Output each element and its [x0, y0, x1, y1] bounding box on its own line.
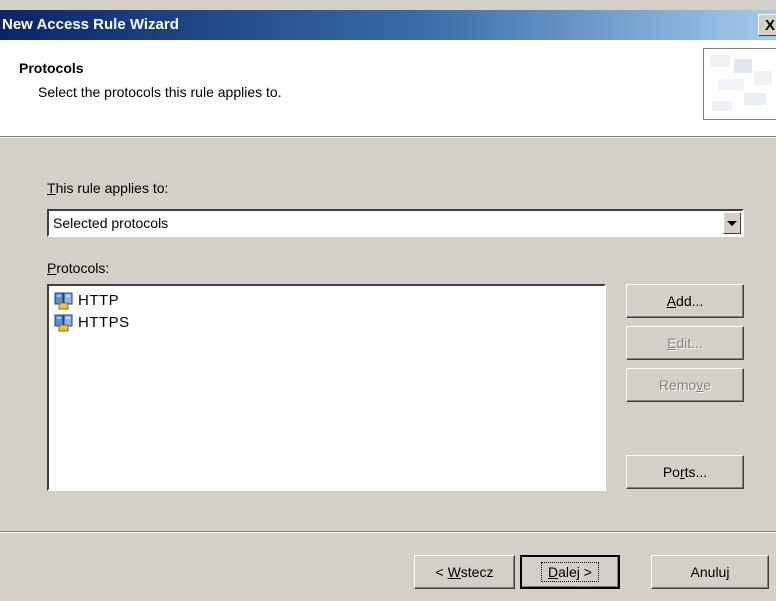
remove-button[interactable]: Remove — [626, 368, 744, 402]
protocols-label: Protocols: — [47, 260, 110, 276]
protocols-list[interactable]: HTTP HTTPS — [47, 284, 606, 491]
page-title: Protocols — [19, 60, 84, 76]
dropdown-arrow-button[interactable] — [723, 212, 741, 234]
chevron-down-icon — [727, 220, 737, 226]
cancel-button[interactable]: Anuluj — [651, 555, 769, 589]
close-icon: X — [764, 16, 775, 34]
header-divider — [0, 137, 776, 138]
applies-to-dropdown[interactable]: Selected protocols — [47, 209, 744, 237]
next-button[interactable]: Dalej > — [520, 555, 620, 589]
window-title: New Access Rule Wizard — [2, 16, 179, 33]
title-bar[interactable]: New Access Rule Wizard X — [0, 10, 776, 40]
back-button[interactable]: < Wstecz — [414, 555, 515, 589]
add-button[interactable]: Add... — [626, 284, 744, 318]
wizard-header-graphic — [703, 48, 776, 120]
protocol-name: HTTP — [78, 291, 120, 309]
protocol-name: HTTPS — [78, 313, 130, 331]
protocol-icon — [54, 314, 73, 332]
applies-label: This rule applies to: — [47, 180, 169, 196]
edit-button[interactable]: Edit... — [626, 326, 744, 360]
applies-to-value: Selected protocols — [53, 215, 169, 231]
close-button[interactable]: X — [758, 14, 776, 36]
ports-button[interactable]: Ports... — [626, 455, 744, 489]
wizard-header: Protocols Select the protocols this rule… — [0, 40, 776, 137]
protocol-icon — [54, 292, 73, 310]
page-subtitle: Select the protocols this rule applies t… — [38, 84, 282, 100]
list-item[interactable]: HTTPS — [53, 312, 130, 332]
list-item[interactable]: HTTP — [53, 290, 119, 310]
